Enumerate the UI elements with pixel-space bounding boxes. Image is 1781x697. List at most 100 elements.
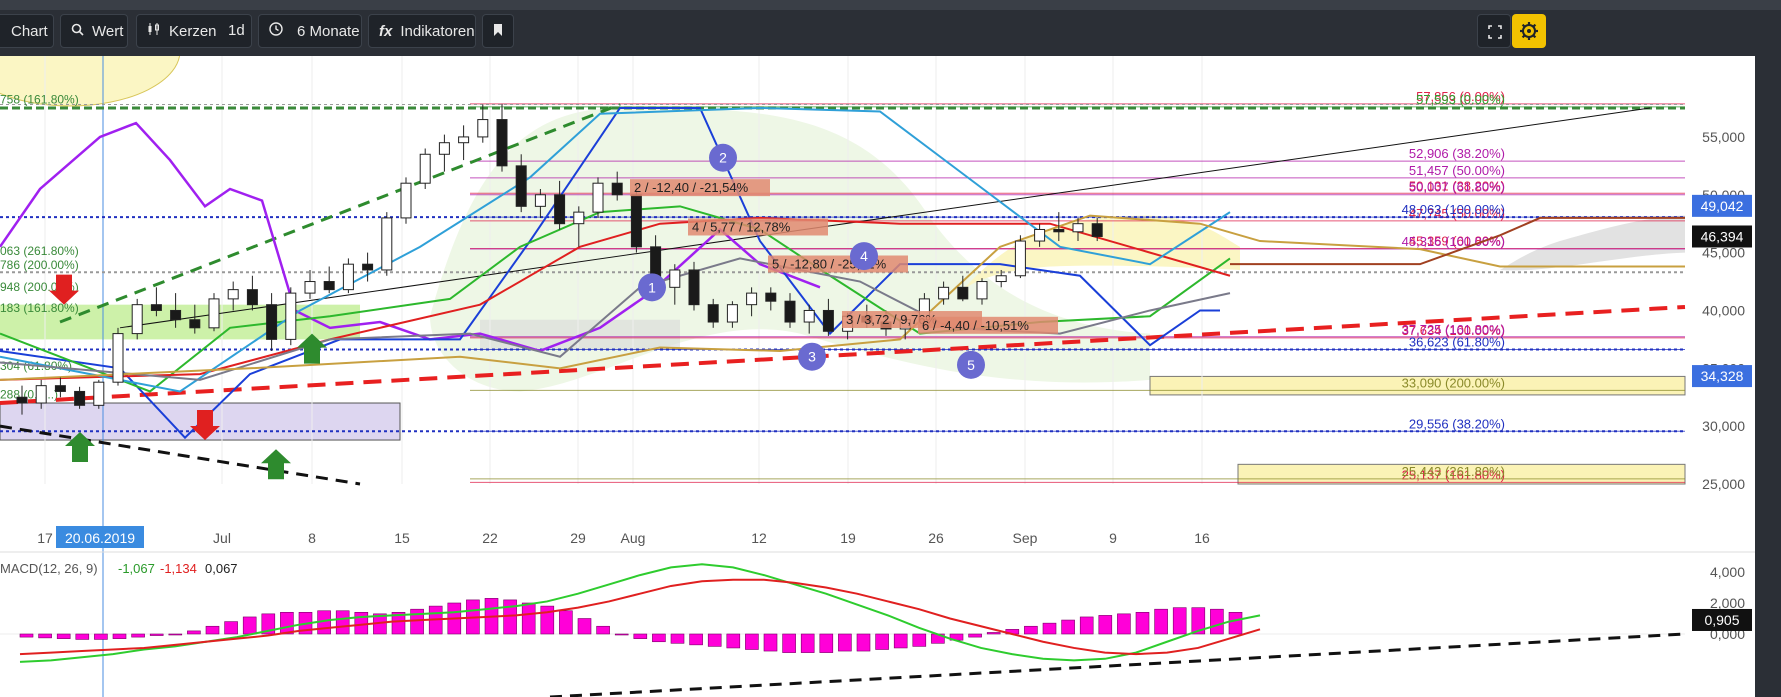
bookmark-button[interactable] bbox=[482, 14, 514, 48]
macd-histogram-bar bbox=[521, 602, 536, 635]
fib-label: 33,090 (200.00%) bbox=[1402, 375, 1505, 390]
candle-body bbox=[1091, 223, 1103, 237]
price-marker-label: 46,394 bbox=[1701, 228, 1744, 244]
macd-histogram-bar bbox=[1135, 611, 1150, 635]
interval-label: 1d bbox=[228, 22, 245, 39]
top-strip bbox=[0, 0, 1781, 10]
wave-label: 1 bbox=[648, 279, 656, 295]
macd-histogram-bar bbox=[56, 633, 71, 639]
macd-histogram-bar bbox=[986, 632, 1001, 635]
candle-body bbox=[630, 194, 642, 248]
fib-label: 29,556 (38.20%) bbox=[1409, 416, 1505, 431]
measurement-label: 6 / -4,40 / -10,51% bbox=[922, 318, 1029, 333]
indicators-label: Indikatoren bbox=[400, 23, 475, 40]
candle-body bbox=[419, 153, 431, 184]
x-tick-label: 17 bbox=[37, 530, 53, 546]
fib-label: 51,457 (50.00%) bbox=[1409, 163, 1505, 178]
price-chart[interactable]: 57,856 (0.00%)57,593 (0.00%)52,906 (38.2… bbox=[0, 56, 1755, 697]
range-button[interactable]: 6 Monate bbox=[258, 14, 362, 48]
macd-histogram-bar bbox=[1228, 611, 1243, 635]
macd-histogram-bar bbox=[652, 633, 666, 643]
macd-histogram-bar bbox=[856, 633, 871, 652]
macd-histogram-bar bbox=[912, 633, 927, 647]
x-tick-label: Jul bbox=[213, 530, 231, 546]
bookmark-icon bbox=[493, 23, 503, 40]
candles-button[interactable]: Kerzen bbox=[137, 15, 217, 49]
wave-label: 2 bbox=[719, 150, 727, 166]
candle-body bbox=[784, 300, 796, 323]
macd-value: -1,067 bbox=[118, 561, 155, 576]
x-tick-label: 29 bbox=[570, 530, 586, 546]
candle-body bbox=[362, 263, 374, 271]
candle-body bbox=[669, 269, 681, 288]
macd-histogram-bar bbox=[875, 633, 889, 650]
y-tick-label: 25,000 bbox=[1702, 476, 1745, 492]
candle-body bbox=[342, 263, 354, 291]
range-label: 6 Monate bbox=[297, 23, 360, 40]
value-button[interactable]: Wert bbox=[60, 14, 128, 48]
candles-label: Kerzen bbox=[169, 23, 217, 40]
candle-body bbox=[266, 304, 278, 340]
macd-histogram-bar bbox=[596, 625, 610, 635]
interval-button[interactable]: 1d bbox=[220, 14, 252, 48]
left-level-label: 758 (161.80%) bbox=[0, 93, 79, 107]
measurement-label: 2 / -12,40 / -21,54% bbox=[634, 180, 749, 195]
macd-histogram-bar bbox=[763, 633, 778, 652]
macd-histogram-bar bbox=[559, 610, 573, 635]
candle-body bbox=[323, 281, 335, 291]
candle-body bbox=[592, 182, 604, 213]
macd-histogram-bar bbox=[1079, 616, 1094, 635]
candle-body bbox=[150, 304, 162, 311]
indicators-button[interactable]: fx Indikatoren bbox=[368, 14, 476, 48]
left-level-label: 786 (200.00%) bbox=[0, 258, 79, 272]
wave-label: 3 bbox=[808, 349, 816, 365]
candle-body bbox=[16, 396, 28, 404]
price-marker-label: 49,042 bbox=[1701, 198, 1744, 214]
candle-body bbox=[573, 211, 585, 225]
candle-body bbox=[400, 182, 412, 219]
candle-body bbox=[477, 119, 489, 138]
chart-area[interactable]: 57,856 (0.00%) 57,593 (0.00%) 52,906 (38.2… bbox=[0, 56, 1755, 697]
macd-histogram-bar bbox=[354, 611, 369, 635]
fib-label: 50,007 (61.80%) bbox=[1409, 180, 1505, 195]
candle-body bbox=[285, 292, 297, 340]
candle-body bbox=[746, 292, 758, 306]
candle-body bbox=[189, 319, 201, 329]
chart-type-button[interactable]: Chart bbox=[0, 14, 54, 48]
price-marker-label: 34,328 bbox=[1701, 368, 1744, 384]
fib-label: 45,316 (100.00%) bbox=[1402, 234, 1505, 249]
measurement-label: 4 / 5,77 / 12,78% bbox=[692, 219, 791, 234]
candle-body bbox=[957, 286, 969, 300]
candle-body bbox=[534, 194, 546, 207]
macd-histogram-bar bbox=[968, 633, 982, 638]
candle-body bbox=[707, 304, 719, 323]
candle-body bbox=[304, 281, 316, 294]
macd-histogram-bar bbox=[205, 625, 220, 635]
right-edge-panel bbox=[1755, 56, 1781, 697]
wave-label: 5 bbox=[967, 357, 975, 373]
clock-icon bbox=[269, 15, 283, 49]
candle-body bbox=[381, 217, 393, 271]
fib-label: 52,906 (38.20%) bbox=[1409, 146, 1505, 161]
candle-body bbox=[611, 182, 623, 196]
macd-histogram-bar bbox=[1098, 615, 1113, 635]
candle-body bbox=[93, 381, 105, 406]
settings-button[interactable] bbox=[1512, 14, 1546, 48]
macd-histogram-bar bbox=[224, 621, 238, 635]
fib-label: 25,443 (261.80%) bbox=[1402, 464, 1505, 479]
y-tick-label: 30,000 bbox=[1702, 418, 1745, 434]
fullscreen-button[interactable] bbox=[1477, 14, 1511, 48]
macd-histogram-bar bbox=[168, 633, 183, 636]
candle-body bbox=[131, 304, 143, 335]
candle-body bbox=[995, 275, 1007, 283]
x-tick-label: 9 bbox=[1109, 530, 1117, 546]
macd-histogram-bar bbox=[819, 633, 834, 653]
macd-histogram-bar bbox=[1172, 607, 1187, 635]
candle-body bbox=[1053, 228, 1065, 233]
candle-body bbox=[554, 194, 566, 225]
macd-histogram-bar bbox=[1210, 608, 1224, 635]
candle-body bbox=[208, 298, 220, 329]
macd-histogram-bar bbox=[187, 630, 201, 635]
left-level-label: 183 (161.80%) bbox=[0, 301, 79, 315]
function-icon: fx bbox=[379, 23, 393, 40]
